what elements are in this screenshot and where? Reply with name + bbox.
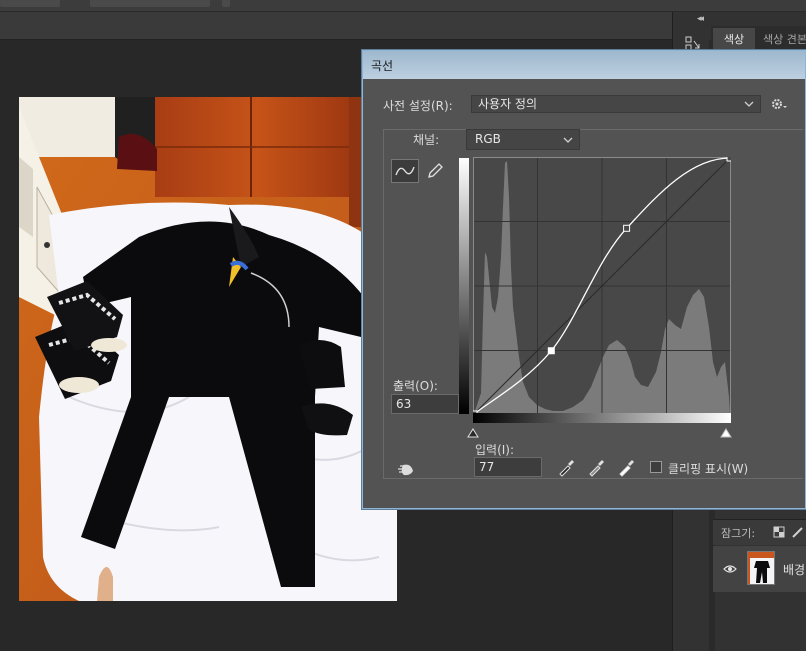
input-gradient-bar <box>473 413 731 423</box>
curve-tool-icon <box>395 166 415 176</box>
curve-graph[interactable] <box>473 157 731 415</box>
lock-transparent-icon[interactable] <box>773 526 785 538</box>
input-field[interactable]: 77 <box>474 457 542 477</box>
preset-value: 사용자 정의 <box>478 97 538 111</box>
dialog-titlebar[interactable]: 곡선 <box>363 51 805 79</box>
layer-thumbnail <box>747 551 775 585</box>
options-bar <box>0 12 672 40</box>
layer-name[interactable]: 배경 <box>783 561 805 578</box>
curve-tool-button[interactable] <box>391 159 419 183</box>
preset-label: 사전 설정(R): <box>383 99 453 113</box>
curve-point[interactable] <box>547 347 555 355</box>
pencil-icon[interactable] <box>425 161 445 181</box>
layers-lock-bar: 잠그기: <box>713 519 806 545</box>
lock-label: 잠그기: <box>721 527 756 540</box>
gear-icon[interactable] <box>771 97 789 111</box>
document-photo <box>19 97 397 601</box>
eyedropper-gray-icon[interactable] <box>587 459 605 477</box>
curves-dialog: 곡선 사전 설정(R): 사용자 정의 채널: RGB 출력(O): 63 입력… <box>362 50 806 509</box>
clipping-checkbox[interactable] <box>650 461 662 473</box>
output-label: 출력(O): <box>393 379 438 393</box>
black-point-slider[interactable] <box>467 428 479 438</box>
tab-swatches[interactable]: 색상 견본 <box>757 28 806 52</box>
channel-label: 채널: <box>409 131 444 148</box>
output-field[interactable]: 63 <box>391 394 459 414</box>
channel-value: RGB <box>475 132 501 146</box>
panel-tabs: 색상 색상 견본 <box>711 26 806 52</box>
white-point-slider[interactable] <box>720 428 732 438</box>
app-top-strip <box>0 0 806 12</box>
output-gradient-bar <box>459 158 469 414</box>
input-label: 입력(I): <box>475 443 515 457</box>
auto-icon[interactable] <box>397 461 415 477</box>
eyedropper-white-icon[interactable] <box>617 459 635 477</box>
clipping-label[interactable]: 클리핑 표시(W) <box>668 460 748 477</box>
photo-image <box>19 97 397 601</box>
tab-color[interactable]: 색상 <box>713 28 755 52</box>
eyedropper-black-icon[interactable] <box>557 459 575 477</box>
layer-row[interactable]: 배경 <box>713 546 806 592</box>
lock-brush-icon[interactable] <box>791 525 805 539</box>
preset-select[interactable]: 사용자 정의 <box>471 95 761 113</box>
eye-icon[interactable] <box>723 564 737 574</box>
chevron-down-icon <box>744 101 754 107</box>
curve-point[interactable] <box>623 224 631 232</box>
curve-point[interactable] <box>726 157 731 162</box>
collapse-panels-icon[interactable]: ◂◂ <box>697 14 704 24</box>
chevron-down-icon <box>563 137 573 143</box>
channel-select[interactable]: RGB <box>466 129 580 150</box>
dialog-title: 곡선 <box>371 59 394 73</box>
